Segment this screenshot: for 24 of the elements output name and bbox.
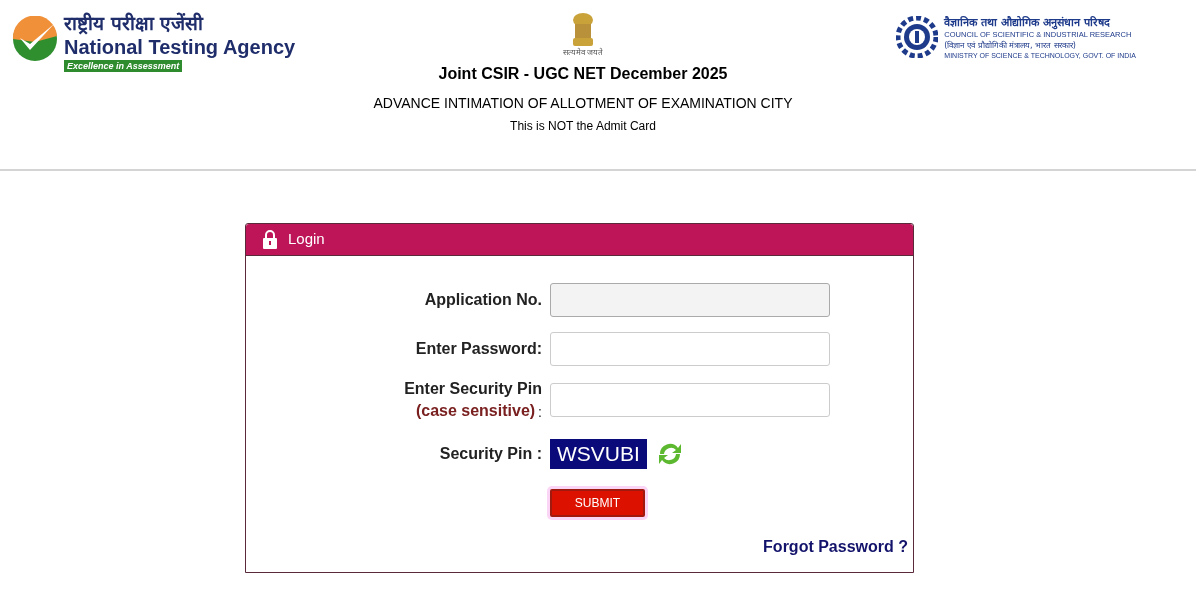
field-label: Application No.: [424, 290, 542, 310]
panel-title: Login: [288, 229, 325, 250]
captcha-label: Security Pin :: [439, 444, 542, 464]
forgot-password-link[interactable]: Forgot Password ?: [763, 535, 908, 559]
input-field[interactable]: [550, 383, 830, 417]
agency-hindi-name: राष्ट्रीय परीक्षा एजेंसी: [64, 12, 205, 34]
page-subtitle: ADVANCE INTIMATION OF ALLOTMENT OF EXAMINATION CITY: [373, 94, 793, 112]
input-field[interactable]: [550, 332, 830, 366]
emblem-motto: सत्यमेव जयते: [562, 48, 604, 58]
ministry-hindi-name: (विज्ञान एवं प्रौद्योगिकी मंत्रालय, भारत सरकार): [944, 40, 1077, 51]
admit-card-note: This is NOT the Admit Card: [510, 118, 656, 134]
agency-name: National Testing Agency: [64, 35, 296, 60]
case-sensitive-hint: (case sensitive): [415, 401, 536, 421]
lock-icon: [262, 230, 278, 249]
field-label: Enter Password:: [415, 339, 542, 359]
field-label: Enter Security Pin: [404, 379, 542, 399]
page-title: Joint CSIR - UGC NET December 2025: [438, 64, 728, 84]
nta-logo-icon: [12, 16, 58, 62]
agency-tagline: Excellence in Assessment: [64, 60, 183, 72]
submit-button[interactable]: SUBMIT: [550, 489, 645, 517]
council-hindi-name: वैज्ञानिक तथा औद्योगिक अनुसंधान परिषद: [944, 16, 1112, 30]
captcha-image: WSVUBI: [550, 439, 647, 469]
colon-text: :: [538, 403, 542, 422]
gear-logo-icon: [896, 16, 939, 58]
